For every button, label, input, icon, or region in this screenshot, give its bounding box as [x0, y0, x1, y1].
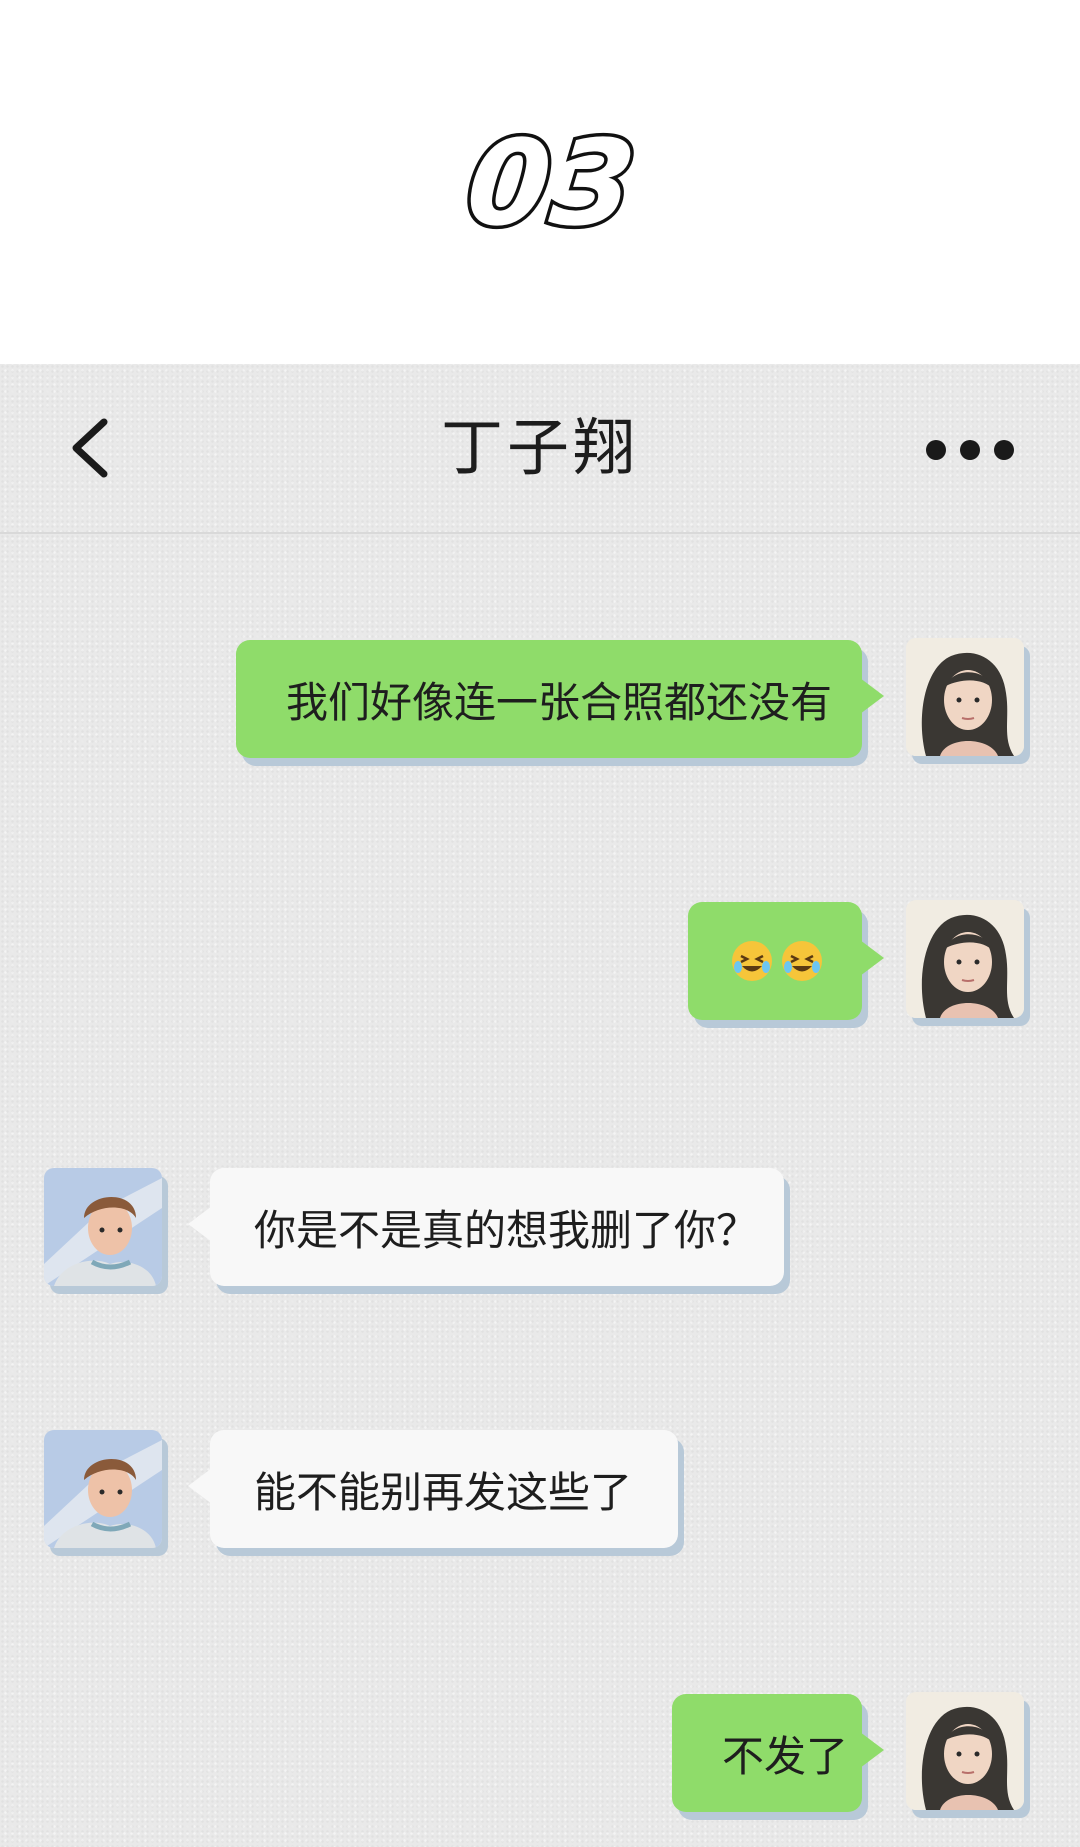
message-bubble[interactable]: 你是不是真的想我删了你？	[188, 1168, 784, 1286]
female-avatar-icon	[906, 1692, 1024, 1810]
bubble-tail	[860, 678, 884, 714]
page: 03 丁子翔 我们好像连一张合照都还没有 你是不是真的想我删了你？ 能不能别再发…	[0, 0, 1080, 1847]
bubble-tail	[860, 940, 884, 976]
message-text: 能不能别再发这些了	[254, 1467, 633, 1517]
female-avatar-icon	[906, 900, 1024, 1018]
message-bubble[interactable]: 我们好像连一张合照都还没有	[236, 640, 884, 758]
contact-name: 丁子翔	[440, 411, 639, 484]
chat-nav-bar: 丁子翔	[0, 364, 1080, 534]
male-avatar-icon	[44, 1168, 162, 1286]
male-avatar-icon	[44, 1430, 162, 1548]
chapter-number: 03	[457, 111, 647, 256]
message-bubble[interactable]: 能不能别再发这些了	[188, 1430, 678, 1548]
crying-laughing-face-icon	[782, 941, 822, 981]
message-text: 不发了	[722, 1731, 849, 1781]
message-text: 我们好像连一张合照都还没有	[286, 677, 833, 727]
avatar[interactable]	[906, 638, 1024, 756]
message-text: 你是不是真的想我删了你？	[254, 1205, 759, 1255]
chat-screen: 丁子翔 我们好像连一张合照都还没有 你是不是真的想我删了你？ 能不能别再发这些了…	[0, 364, 1080, 1847]
chapter-header: 03	[0, 0, 1080, 364]
avatar[interactable]	[44, 1168, 162, 1286]
avatar[interactable]	[44, 1430, 162, 1548]
bubble-tail	[188, 1468, 212, 1504]
bubble-tail	[860, 1732, 884, 1768]
avatar[interactable]	[906, 1692, 1024, 1810]
message-bubble[interactable]	[688, 902, 884, 1020]
message-bubble[interactable]: 不发了	[672, 1694, 884, 1812]
bubble-tail	[188, 1206, 212, 1242]
crying-laughing-face-icon	[732, 941, 772, 981]
female-avatar-icon	[906, 638, 1024, 756]
avatar[interactable]	[906, 900, 1024, 1018]
more-dots-icon[interactable]	[926, 436, 1018, 462]
